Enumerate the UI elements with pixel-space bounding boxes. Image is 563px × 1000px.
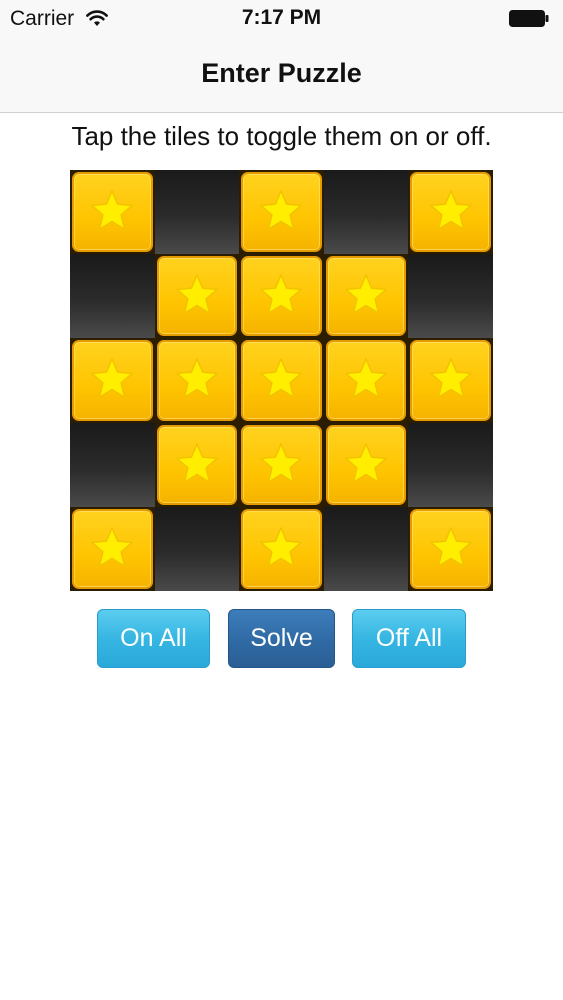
star-icon [345, 442, 387, 483]
puzzle-tile-r5-c2[interactable] [154, 506, 240, 591]
tile-face [156, 424, 238, 505]
puzzle-tile-r2-c1[interactable] [70, 254, 155, 339]
tile-face [72, 340, 153, 421]
puzzle-tile-r5-c3[interactable] [239, 506, 324, 591]
top-bar: Carrier 7:17 PM Enter Puzzle [0, 0, 563, 113]
star-icon [176, 442, 218, 483]
page-title: Enter Puzzle [201, 58, 362, 88]
off-all-button[interactable]: Off All [352, 609, 466, 668]
tile-face [325, 340, 407, 421]
on-all-button[interactable]: On All [97, 609, 210, 668]
star-icon [91, 527, 134, 567]
puzzle-tile-r2-c3[interactable] [239, 254, 324, 339]
star-icon [260, 358, 303, 399]
puzzle-tile-r1-c1[interactable] [70, 170, 155, 255]
enter-puzzle-screen: Carrier 7:17 PM Enter Puzzle Tap the til… [0, 0, 563, 1000]
puzzle-tile-r5-c5[interactable] [408, 506, 493, 591]
tile-face [410, 508, 491, 589]
puzzle-tile-r2-c5[interactable] [408, 254, 493, 339]
star-icon [260, 274, 303, 314]
star-icon [429, 527, 472, 567]
puzzle-grid [70, 170, 493, 591]
puzzle-tile-r5-c4[interactable] [323, 506, 409, 591]
star-icon [345, 358, 387, 399]
star-icon [429, 358, 472, 399]
star-icon [260, 190, 303, 230]
battery-icon [509, 10, 549, 27]
tile-face [410, 340, 491, 421]
puzzle-tile-r4-c3[interactable] [239, 422, 324, 507]
tile-face [156, 340, 238, 421]
star-icon [429, 190, 472, 230]
puzzle-tile-r3-c4[interactable] [323, 338, 409, 423]
tile-face [410, 172, 491, 253]
status-time: 7:17 PM [241, 6, 322, 29]
puzzle-tile-r1-c2[interactable] [154, 170, 240, 255]
tile-face [156, 256, 238, 337]
puzzle-tile-r5-c1[interactable] [70, 506, 155, 591]
puzzle-tile-r3-c2[interactable] [154, 338, 240, 423]
puzzle-tile-r2-c2[interactable] [154, 254, 240, 339]
star-icon [260, 442, 303, 483]
tile-face [241, 172, 322, 253]
puzzle-tile-r1-c4[interactable] [323, 170, 409, 255]
puzzle-tile-r4-c5[interactable] [408, 422, 493, 507]
puzzle-tile-r4-c4[interactable] [323, 422, 409, 507]
tile-face [241, 508, 322, 589]
tile-face [325, 424, 407, 505]
star-icon [176, 358, 218, 399]
puzzle-tile-r1-c3[interactable] [239, 170, 324, 255]
puzzle-tile-r3-c3[interactable] [239, 338, 324, 423]
star-icon [176, 274, 218, 314]
status-bar: Carrier 7:17 PM [0, 0, 563, 38]
tile-face [72, 508, 153, 589]
star-icon [260, 527, 303, 567]
star-icon [91, 358, 134, 399]
tile-face [241, 340, 322, 421]
puzzle-tile-r3-c1[interactable] [70, 338, 155, 423]
instructions-text: Tap the tiles to toggle them on or off. [71, 121, 492, 151]
puzzle-tile-r3-c5[interactable] [408, 338, 493, 423]
star-icon [91, 190, 134, 230]
puzzle-tile-r4-c2[interactable] [154, 422, 240, 507]
tile-face [241, 256, 322, 337]
puzzle-tile-r4-c1[interactable] [70, 422, 155, 507]
tile-face [325, 256, 407, 337]
puzzle-tile-r2-c4[interactable] [323, 254, 409, 339]
tile-face [241, 424, 322, 505]
tile-face [72, 172, 153, 253]
puzzle-tile-r1-c5[interactable] [408, 170, 493, 255]
star-icon [345, 274, 387, 314]
solve-button[interactable]: Solve [228, 609, 335, 668]
